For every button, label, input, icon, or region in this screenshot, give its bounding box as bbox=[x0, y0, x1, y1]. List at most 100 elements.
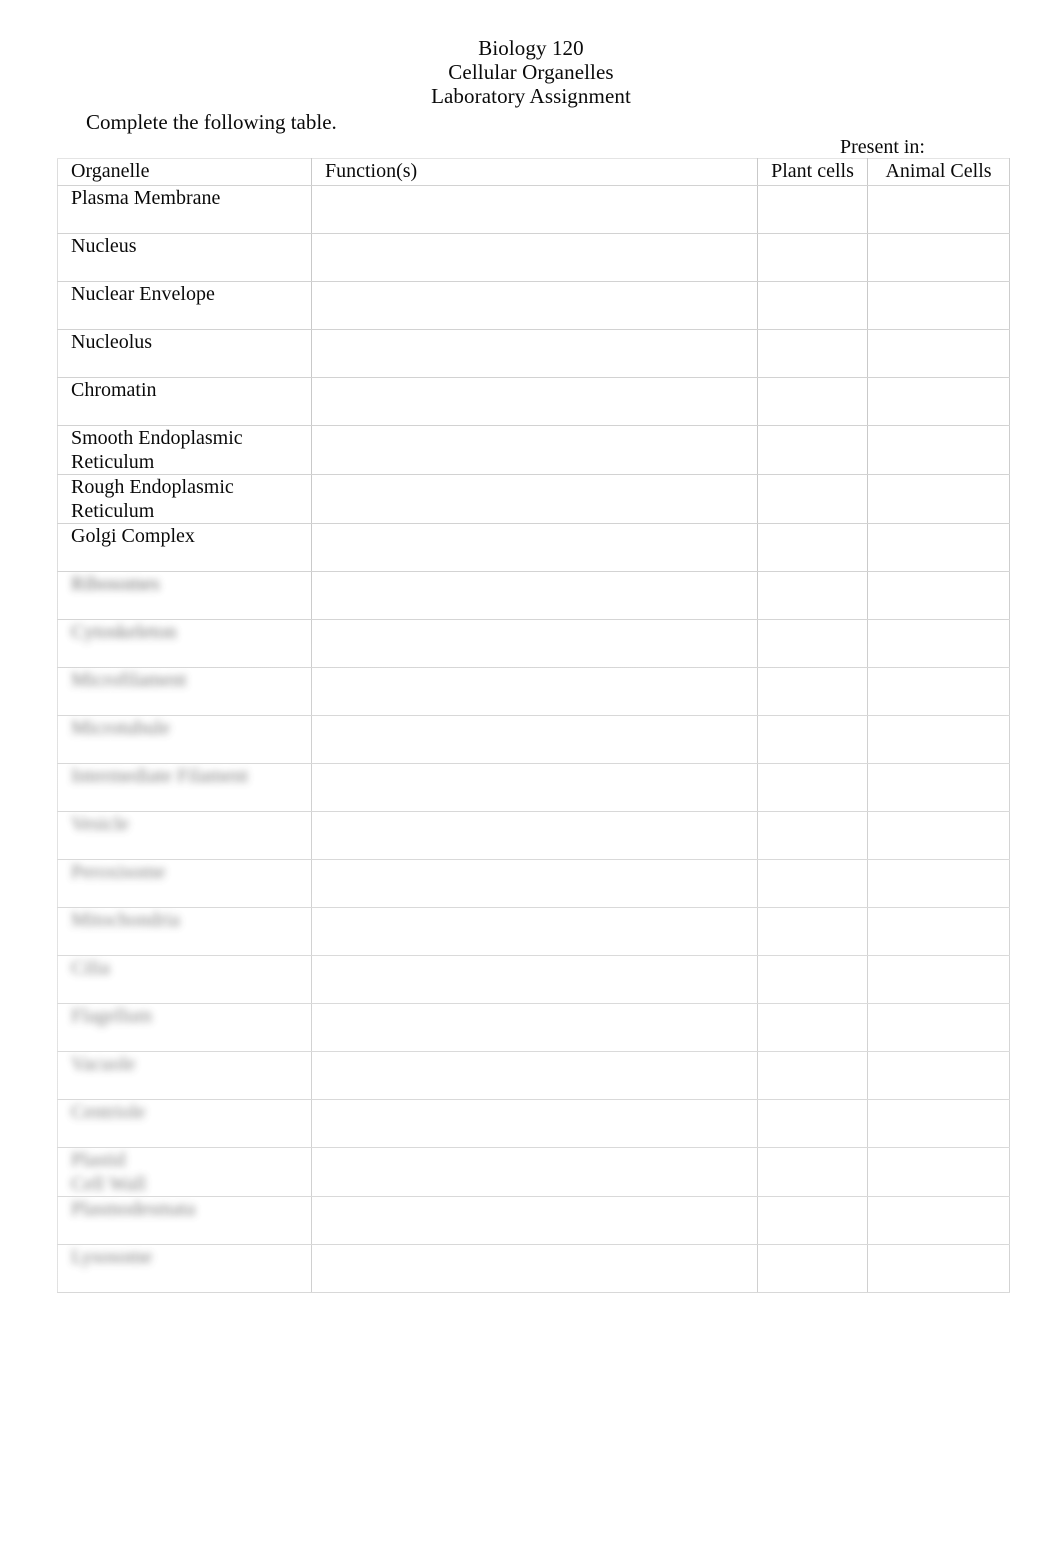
table-cell-organelle[interactable]: Centriole bbox=[57, 1099, 312, 1148]
table-cell-animal[interactable] bbox=[867, 474, 1010, 524]
table-cell-plant[interactable] bbox=[757, 1099, 868, 1148]
table-cell-organelle[interactable]: Plasmodesmata bbox=[57, 1196, 312, 1245]
table-cell-plant[interactable] bbox=[757, 763, 868, 812]
table-cell-function[interactable] bbox=[311, 377, 758, 426]
table-cell-function[interactable] bbox=[311, 281, 758, 330]
organelle-name: Chromatin bbox=[71, 379, 157, 401]
table-cell-plant[interactable] bbox=[757, 281, 868, 330]
table-cell-animal[interactable] bbox=[867, 1099, 1010, 1148]
table-cell-organelle[interactable]: Cytoskeleton bbox=[57, 619, 312, 668]
table-cell-plant[interactable] bbox=[757, 619, 868, 668]
table-cell-organelle[interactable]: Microfilament bbox=[57, 667, 312, 716]
table-cell-animal[interactable] bbox=[867, 329, 1010, 378]
table-cell-animal[interactable] bbox=[867, 1196, 1010, 1245]
table-cell-plant[interactable] bbox=[757, 1147, 868, 1197]
table-cell-function[interactable] bbox=[311, 715, 758, 764]
table-cell-function[interactable] bbox=[311, 571, 758, 620]
table-cell-animal[interactable] bbox=[867, 1051, 1010, 1100]
table-cell-plant[interactable] bbox=[757, 233, 868, 282]
table-cell-animal[interactable] bbox=[867, 1003, 1010, 1052]
table-cell-organelle[interactable]: Vesicle bbox=[57, 811, 312, 860]
table-cell-animal[interactable] bbox=[867, 907, 1010, 956]
table-cell-plant[interactable] bbox=[757, 955, 868, 1004]
table-cell-plant[interactable] bbox=[757, 1051, 868, 1100]
table-cell-function[interactable] bbox=[311, 1196, 758, 1245]
table-cell-animal[interactable] bbox=[867, 619, 1010, 668]
table-cell-organelle[interactable]: Nuclear Envelope bbox=[57, 281, 312, 330]
table-cell-organelle[interactable]: Nucleolus bbox=[57, 329, 312, 378]
table-cell-function[interactable] bbox=[311, 1147, 758, 1197]
table-cell-animal[interactable] bbox=[867, 1147, 1010, 1197]
table-cell-function[interactable] bbox=[311, 1099, 758, 1148]
table-cell-plant[interactable] bbox=[757, 1196, 868, 1245]
organelle-table: Organelle Function(s) Plant cells Animal Ce… bbox=[57, 158, 1010, 1293]
table-cell-organelle[interactable]: Ribosomes bbox=[57, 571, 312, 620]
table-cell-function[interactable] bbox=[311, 1051, 758, 1100]
table-row: Cytoskeleton bbox=[57, 619, 1010, 668]
table-cell-organelle[interactable]: Lysosome bbox=[57, 1244, 312, 1293]
table-cell-organelle[interactable]: Rough Endoplasmic Reticulum bbox=[57, 474, 312, 524]
table-cell-function[interactable] bbox=[311, 763, 758, 812]
table-cell-animal[interactable] bbox=[867, 1244, 1010, 1293]
table-cell-animal[interactable] bbox=[867, 763, 1010, 812]
table-cell-animal[interactable] bbox=[867, 281, 1010, 330]
table-cell-organelle[interactable]: Intermediate Filament bbox=[57, 763, 312, 812]
table-cell-function[interactable] bbox=[311, 667, 758, 716]
table-cell-organelle[interactable]: Vacuole bbox=[57, 1051, 312, 1100]
table-cell-animal[interactable] bbox=[867, 571, 1010, 620]
instruction-text: Complete the following table. bbox=[86, 110, 337, 134]
table-cell-function[interactable] bbox=[311, 907, 758, 956]
table-cell-animal[interactable] bbox=[867, 185, 1010, 234]
table-row: Mitochondria bbox=[57, 907, 1010, 956]
table-cell-animal[interactable] bbox=[867, 955, 1010, 1004]
table-cell-function[interactable] bbox=[311, 425, 758, 475]
table-cell-animal[interactable] bbox=[867, 233, 1010, 282]
table-cell-organelle[interactable]: Cilia bbox=[57, 955, 312, 1004]
table-cell-organelle[interactable]: Flagellum bbox=[57, 1003, 312, 1052]
table-cell-function[interactable] bbox=[311, 233, 758, 282]
table-cell-plant[interactable] bbox=[757, 185, 868, 234]
table-cell-animal[interactable] bbox=[867, 377, 1010, 426]
table-cell-organelle[interactable]: Nucleus bbox=[57, 233, 312, 282]
heading-line-topic: Cellular Organelles bbox=[448, 60, 614, 84]
table-cell-function[interactable] bbox=[311, 1244, 758, 1293]
table-cell-organelle[interactable]: Plasma Membrane bbox=[57, 185, 312, 234]
table-cell-plant[interactable] bbox=[757, 377, 868, 426]
table-cell-plant[interactable] bbox=[757, 523, 868, 572]
table-cell-plant[interactable] bbox=[757, 811, 868, 860]
table-cell-animal[interactable] bbox=[867, 715, 1010, 764]
table-cell-function[interactable] bbox=[311, 859, 758, 908]
table-cell-plant[interactable] bbox=[757, 715, 868, 764]
table-cell-plant[interactable] bbox=[757, 571, 868, 620]
table-cell-plant[interactable] bbox=[757, 474, 868, 524]
table-cell-plant[interactable] bbox=[757, 329, 868, 378]
table-cell-animal[interactable] bbox=[867, 811, 1010, 860]
table-cell-organelle[interactable]: Microtubule bbox=[57, 715, 312, 764]
table-cell-function[interactable] bbox=[311, 329, 758, 378]
table-cell-plant[interactable] bbox=[757, 1003, 868, 1052]
table-cell-animal[interactable] bbox=[867, 425, 1010, 475]
table-cell-function[interactable] bbox=[311, 474, 758, 524]
table-cell-function[interactable] bbox=[311, 619, 758, 668]
organelle-name: Microfilament bbox=[71, 669, 187, 691]
table-cell-plant[interactable] bbox=[757, 667, 868, 716]
table-cell-organelle[interactable]: Golgi Complex bbox=[57, 523, 312, 572]
table-cell-function[interactable] bbox=[311, 955, 758, 1004]
table-cell-function[interactable] bbox=[311, 185, 758, 234]
table-cell-organelle[interactable]: Plastid Cell Wall bbox=[57, 1147, 312, 1197]
table-cell-plant[interactable] bbox=[757, 907, 868, 956]
table-cell-function[interactable] bbox=[311, 811, 758, 860]
table-cell-function[interactable] bbox=[311, 1003, 758, 1052]
table-cell-organelle[interactable]: Smooth Endoplasmic Reticulum bbox=[57, 425, 312, 475]
table-cell-organelle[interactable]: Mitochondria bbox=[57, 907, 312, 956]
table-cell-animal[interactable] bbox=[867, 667, 1010, 716]
table-cell-organelle[interactable]: Chromatin bbox=[57, 377, 312, 426]
table-cell-plant[interactable] bbox=[757, 425, 868, 475]
table-cell-function[interactable] bbox=[311, 523, 758, 572]
table-cell-organelle[interactable]: Peroxisome bbox=[57, 859, 312, 908]
table-cell-animal[interactable] bbox=[867, 859, 1010, 908]
table-cell-animal[interactable] bbox=[867, 523, 1010, 572]
table-cell-plant[interactable] bbox=[757, 1244, 868, 1293]
table-cell-plant[interactable] bbox=[757, 859, 868, 908]
organelle-name: Peroxisome bbox=[71, 861, 166, 883]
